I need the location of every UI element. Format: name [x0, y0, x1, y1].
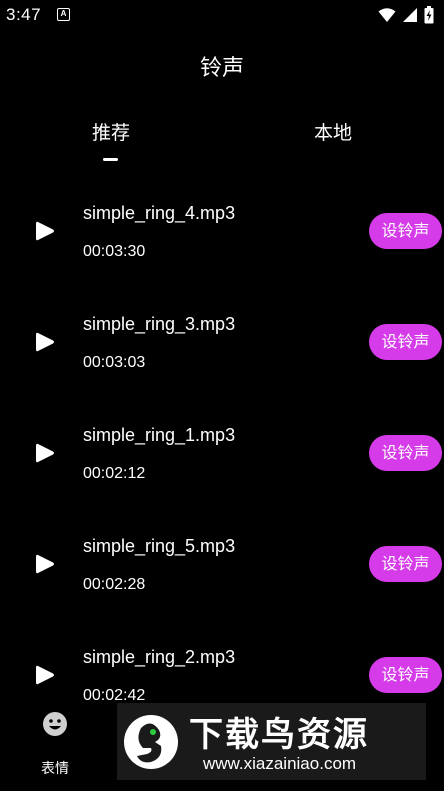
status-time: 3:47: [6, 5, 42, 24]
list-item: simple_ring_3.mp3 00:03:03 设铃声: [0, 286, 444, 397]
play-icon[interactable]: [35, 664, 55, 686]
play-icon[interactable]: [35, 331, 55, 353]
list-item: simple_ring_4.mp3 00:03:30 设铃声: [0, 175, 444, 286]
ringtone-name: simple_ring_5.mp3: [83, 536, 236, 556]
tab-indicator: [103, 158, 118, 161]
play-icon[interactable]: [35, 553, 55, 575]
ringtone-name: simple_ring_2.mp3: [83, 647, 236, 667]
list-item: simple_ring_5.mp3 00:02:28 设铃声: [0, 508, 444, 619]
ringtone-duration: 00:03:30: [83, 243, 146, 260]
page-title: 铃声: [199, 56, 244, 81]
watermark-brand: 下载鸟资源: [189, 715, 369, 755]
nav-item-emoji[interactable]: [0, 710, 110, 742]
ringtone-duration: 00:03:03: [83, 354, 146, 371]
play-icon[interactable]: [35, 220, 55, 242]
status-icons: [378, 6, 434, 24]
set-ringtone-button[interactable]: 设铃声: [369, 657, 442, 693]
set-ringtone-button[interactable]: 设铃声: [369, 435, 442, 471]
bird-logo-icon: [124, 715, 178, 769]
ringtone-name: simple_ring_4.mp3: [83, 203, 236, 223]
set-ringtone-button[interactable]: 设铃声: [369, 546, 442, 582]
battery-charging-icon: [424, 6, 434, 24]
ringtone-duration: 00:02:12: [83, 465, 146, 482]
ringtone-duration: 00:02:28: [83, 576, 146, 593]
tab-local[interactable]: 本地: [314, 118, 352, 145]
ringtone-list: simple_ring_4.mp3 00:03:30 设铃声 simple_ri…: [0, 175, 444, 730]
notification-icon: A: [57, 8, 70, 21]
watermark-url: www.xiazainiao.com: [203, 754, 357, 773]
set-ringtone-button[interactable]: 设铃声: [369, 213, 442, 249]
ringtone-name: simple_ring_3.mp3: [83, 314, 236, 334]
signal-icon: [403, 8, 417, 22]
tab-recommend[interactable]: 推荐: [92, 118, 130, 145]
watermark-overlay: 下载鸟资源 www.xiazainiao.com: [117, 703, 426, 780]
ringtone-name: simple_ring_1.mp3: [83, 425, 236, 445]
status-bar: 3:47 A: [0, 0, 444, 32]
play-icon[interactable]: [35, 442, 55, 464]
wifi-icon: [378, 8, 396, 22]
smiley-icon: [43, 712, 67, 736]
nav-item-emoji-label[interactable]: 表情: [0, 758, 110, 778]
set-ringtone-button[interactable]: 设铃声: [369, 324, 442, 360]
list-item: simple_ring_1.mp3 00:02:12 设铃声: [0, 397, 444, 508]
